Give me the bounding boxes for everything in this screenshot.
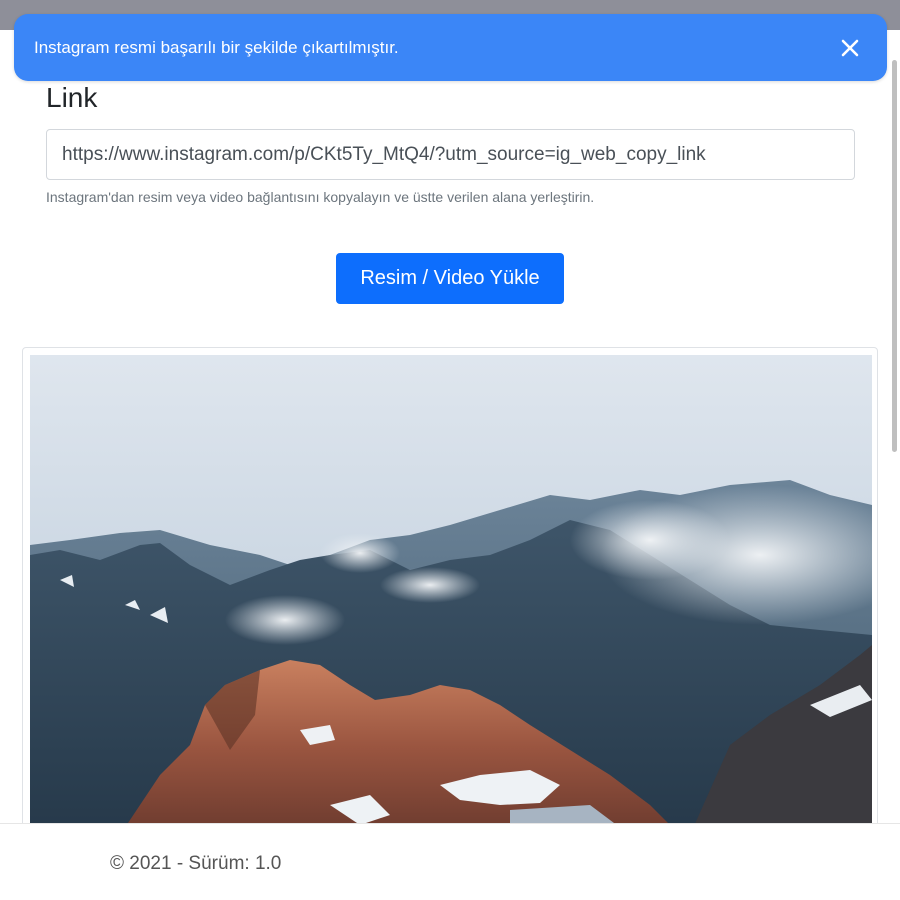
toast-message: Instagram resmi başarılı bir şekilde çık… (34, 37, 399, 57)
link-label: Link (46, 82, 98, 113)
mountain-landscape-image (30, 355, 872, 826)
page-scrollbar[interactable] (892, 60, 897, 452)
footer: © 2021 - Sürüm: 1.0 (0, 823, 900, 900)
footer-text: © 2021 - Sürüm: 1.0 (110, 853, 282, 874)
close-icon[interactable] (837, 35, 863, 61)
upload-button[interactable]: Resim / Video Yükle (336, 253, 564, 304)
preview-card (22, 347, 878, 827)
success-toast: Instagram resmi başarılı bir şekilde çık… (14, 14, 887, 81)
link-input[interactable] (46, 129, 855, 180)
link-help-text: Instagram'dan resim veya video bağlantıs… (46, 189, 595, 205)
